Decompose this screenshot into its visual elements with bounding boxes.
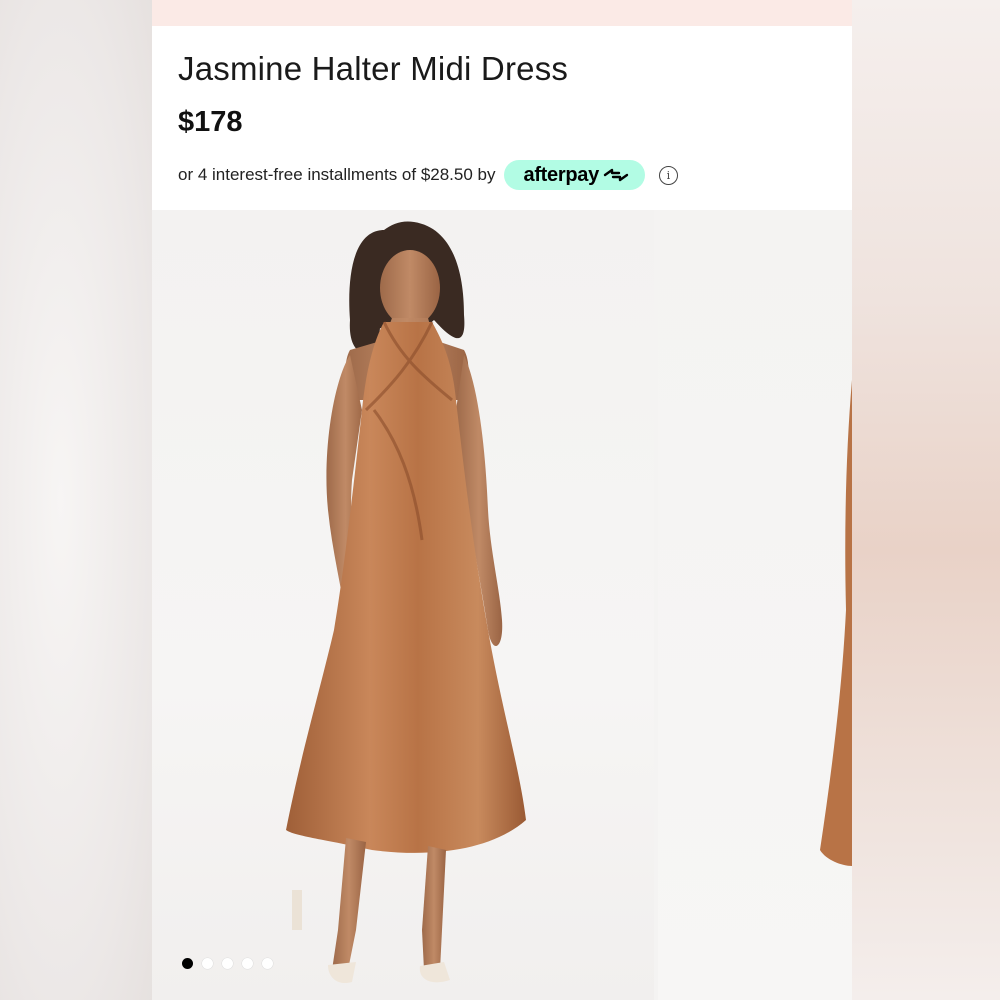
carousel-dot-4[interactable] — [242, 958, 253, 969]
product-price: $178 — [178, 106, 243, 138]
next-image-peek — [820, 380, 852, 866]
carousel-dot-5[interactable] — [262, 958, 273, 969]
installments-text: or 4 interest-free installments of $28.5… — [178, 165, 496, 184]
afterpay-logo-text: afterpay — [523, 163, 600, 186]
carousel-dot-3[interactable] — [222, 958, 233, 969]
info-icon[interactable]: i — [658, 165, 678, 185]
installments-row: or 4 interest-free installments of $28.5… — [178, 160, 678, 190]
model-in-dress-image — [286, 221, 526, 984]
blurred-background-right — [852, 0, 1000, 1000]
product-page: Jasmine Halter Midi Dress $178 or 4 inte… — [152, 0, 852, 1000]
afterpay-arrows-icon — [603, 168, 629, 182]
product-image-next[interactable] — [658, 210, 852, 1000]
carousel-dot-1[interactable] — [182, 958, 193, 969]
product-image-main[interactable] — [152, 210, 654, 1000]
header-strip — [152, 0, 852, 26]
product-image-carousel[interactable] — [152, 210, 852, 1000]
blurred-background-left — [0, 0, 152, 1000]
carousel-dot-2[interactable] — [202, 958, 213, 969]
carousel-dots — [182, 958, 273, 969]
afterpay-badge[interactable]: afterpay — [503, 160, 645, 190]
product-title: Jasmine Halter Midi Dress — [178, 50, 569, 87]
